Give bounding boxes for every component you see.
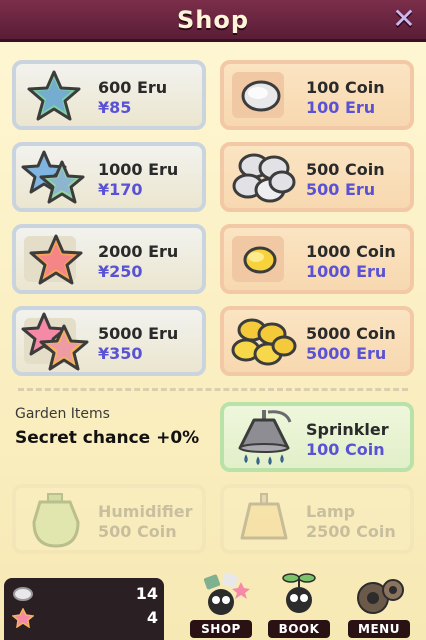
item-price: 5000 Eru [306, 344, 387, 363]
item-price: ¥85 [98, 98, 132, 117]
coin-icon [13, 587, 33, 601]
humidifier-icon [32, 493, 80, 548]
item-name: 100 Coin [306, 78, 385, 97]
item-name: 600 Eru [98, 78, 168, 97]
page-title: Shop [176, 6, 250, 34]
star-counter: 4 [12, 608, 158, 630]
shop-item-1000-eru[interactable]: 1000 Eru ¥170 [12, 142, 206, 212]
item-price: 100 Eru [306, 98, 376, 117]
coin-counter: 14 [12, 584, 158, 606]
secret-chance-text: Secret chance +0% [15, 428, 200, 448]
shop-item-humidifier[interactable]: Humidifier 500 Coin [12, 484, 206, 554]
currency-panel: 14 4 [4, 578, 164, 640]
item-price: 2500 Coin [306, 522, 396, 541]
lamp-icon [240, 493, 288, 540]
item-name: 1000 Coin [306, 242, 396, 261]
item-name: 1000 Eru [98, 160, 179, 179]
sprinkler-icon [238, 410, 292, 466]
shop-item-2000-eru[interactable]: 2000 Eru ¥250 [12, 224, 206, 294]
item-name: 500 Coin [306, 160, 385, 179]
shop-screen: Shop ✕ 600 Eru ¥85 1000 Eru ¥170 2000 Er… [0, 0, 426, 640]
gear-icon [357, 579, 404, 614]
item-price: 1000 Eru [306, 262, 387, 281]
shop-item-100-coin[interactable]: 100 Coin 100 Eru [220, 60, 414, 130]
section-divider [18, 388, 408, 391]
bottom-bar: 14 4 SHOP BOOK MENU [0, 572, 426, 640]
stars-icon [21, 312, 89, 371]
shop-item-5000-coin[interactable]: 5000 Coin 5000 Eru [220, 306, 414, 376]
shop-item-5000-eru[interactable]: 5000 Eru ¥350 [12, 306, 206, 376]
silver-coin-icon [241, 80, 281, 112]
nav-book-label: BOOK [268, 620, 330, 638]
nav-book-button[interactable]: BOOK [264, 573, 334, 640]
nav-menu-button[interactable]: MENU [344, 578, 414, 640]
item-name: 5000 Eru [98, 324, 179, 343]
shop-character-icon [203, 572, 250, 615]
nav-shop-button[interactable]: SHOP [186, 572, 256, 640]
item-price: ¥170 [98, 180, 143, 199]
shop-item-lamp[interactable]: Lamp 2500 Coin [220, 484, 414, 554]
gold-coin-icon [243, 246, 277, 274]
item-name: 5000 Coin [306, 324, 396, 343]
star-icon [29, 234, 83, 285]
garden-items-label: Garden Items [15, 406, 110, 422]
nav-shop-label: SHOP [190, 620, 252, 638]
item-name: Lamp [306, 502, 356, 521]
close-icon[interactable]: ✕ [390, 5, 418, 34]
item-name: Humidifier [98, 502, 193, 521]
shop-item-1000-coin[interactable]: 1000 Coin 1000 Eru [220, 224, 414, 294]
item-price: 500 Eru [306, 180, 376, 199]
shop-item-500-coin[interactable]: 500 Coin 500 Eru [220, 142, 414, 212]
shop-item-600-eru[interactable]: 600 Eru ¥85 [12, 60, 206, 130]
item-name: Sprinkler [306, 420, 389, 439]
item-price: 100 Coin [306, 440, 385, 459]
coin-count: 14 [135, 584, 158, 603]
gold-coins-icon [231, 318, 297, 366]
book-character-icon [282, 573, 316, 613]
item-price: ¥350 [98, 344, 143, 363]
star-icon [27, 70, 81, 121]
header-bar: Shop ✕ [0, 0, 426, 42]
silver-coins-icon [232, 153, 296, 203]
star-count: 4 [146, 608, 158, 627]
item-price: 500 Coin [98, 522, 177, 541]
star-icon [12, 608, 34, 628]
item-price: ¥250 [98, 262, 143, 281]
stars-icon [21, 150, 85, 204]
nav-menu-label: MENU [348, 620, 410, 638]
item-name: 2000 Eru [98, 242, 179, 261]
shop-item-sprinkler[interactable]: Sprinkler 100 Coin [220, 402, 414, 472]
